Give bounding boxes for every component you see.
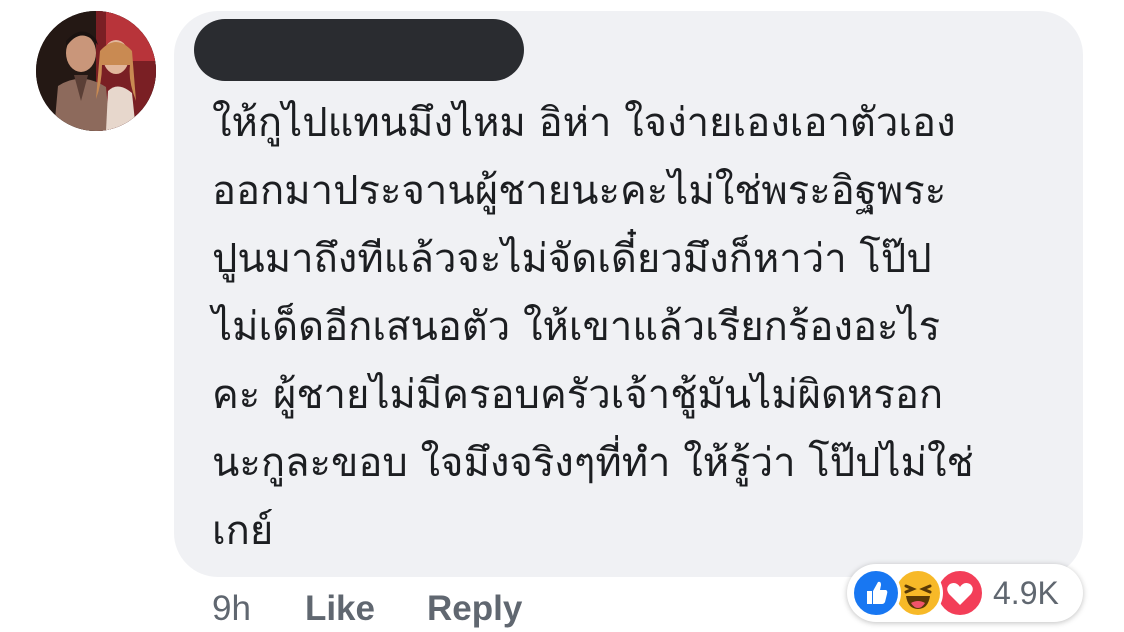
comment-text-line: ให้กูไปแทนมึงไหม อิห่า ใจง่ายเองเอาตัวเอ…: [212, 100, 956, 146]
comment-text: ให้กูไปแทนมึงไหม อิห่า ใจง่ายเองเอาตัวเอ…: [212, 89, 1052, 565]
comment-actions: 9h Like Reply: [212, 586, 522, 632]
author-name-redacted[interactable]: [194, 19, 524, 81]
comment-text-line: คะ ผู้ชายไม่มีครอบครัวเจ้าชู้มันไม่ผิดหร…: [212, 372, 944, 418]
reaction-count: 4.9K: [993, 574, 1059, 611]
comment-text-line: เกย์: [212, 508, 274, 554]
avatar-photo: [36, 11, 156, 131]
like-icon: [851, 568, 901, 618]
comment-bubble: ให้กูไปแทนมึงไหม อิห่า ใจง่ายเองเอาตัวเอ…: [174, 11, 1083, 577]
comment-text-line: นะกูละขอบ ใจมึงจริงๆที่ทำ ให้รู้ว่า โป๊ป…: [212, 440, 974, 486]
reactions-summary[interactable]: 4.9K: [847, 564, 1083, 622]
author-avatar[interactable]: [36, 11, 156, 131]
comment-text-line: ไม่เด็ดอีกเสนอตัว ให้เขาแล้วเรียกร้องอะไ…: [212, 304, 941, 350]
comment-timestamp[interactable]: 9h: [212, 589, 251, 629]
comment-text-line: ปูนมาถึงทีแล้วจะไม่จัดเดี๋ยวมึงก็หาว่า โ…: [212, 236, 932, 282]
comment-text-line: ออกมาประจานผู้ชายนะคะไม่ใช่พระอิฐพระ: [212, 168, 947, 214]
like-button[interactable]: Like: [305, 589, 375, 629]
reply-button[interactable]: Reply: [427, 589, 522, 629]
